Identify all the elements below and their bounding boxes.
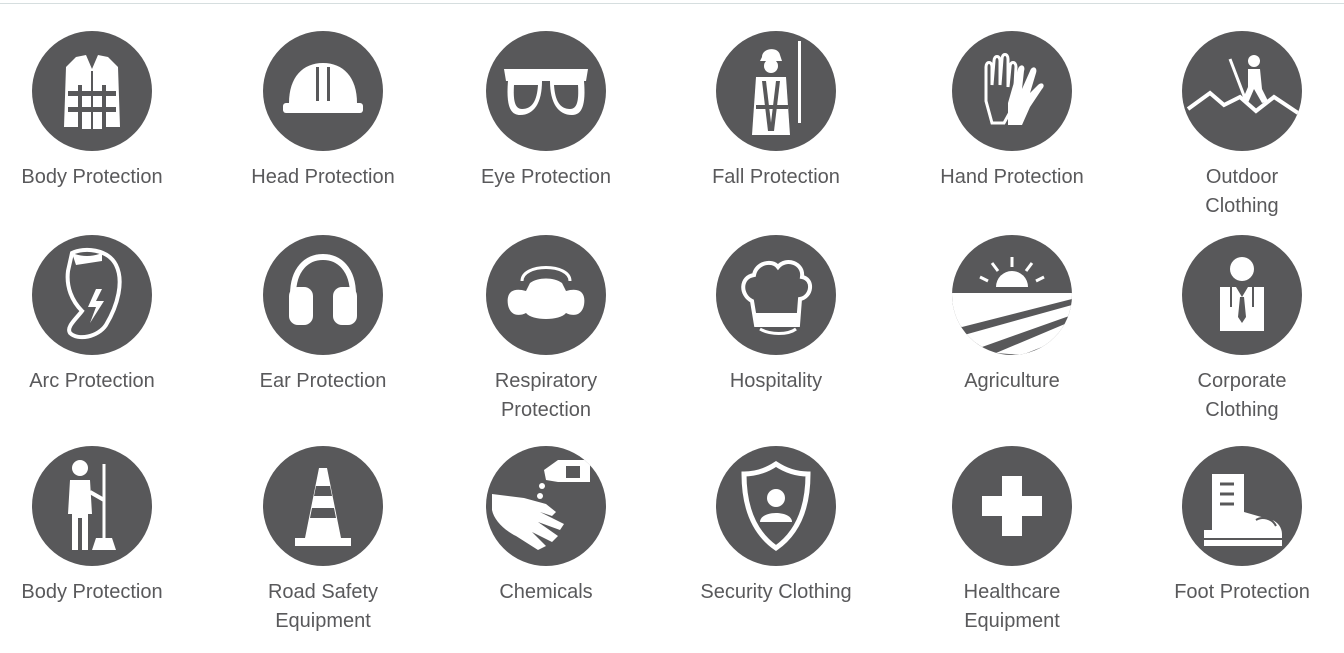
sun-field-icon xyxy=(952,257,1072,355)
category-label: Road Safety Equipment xyxy=(267,581,379,632)
category-label: Fall Protection xyxy=(712,166,840,188)
category-icon-circle xyxy=(32,31,152,151)
category-label: Agriculture xyxy=(964,370,1060,392)
medical-cross-icon xyxy=(982,476,1042,536)
hiker-icon xyxy=(1186,55,1300,115)
category-label: Respiratory Protection xyxy=(494,370,598,421)
category-icon-circle xyxy=(486,446,606,566)
category-tile-fall-protection[interactable]: Fall Protection xyxy=(671,31,881,231)
category-tile-body-protection-cleaning[interactable]: Body Protection xyxy=(0,446,197,646)
category-icon-circle xyxy=(952,446,1072,566)
goggles-icon xyxy=(504,69,588,115)
ear-muffs-icon xyxy=(289,253,357,325)
category-label: Security Clothing xyxy=(700,581,852,603)
category-label: Healthcare Equipment xyxy=(963,581,1061,632)
category-tile-outdoor-clothing[interactable]: Outdoor Clothing xyxy=(1137,31,1344,231)
category-icon-circle xyxy=(263,235,383,355)
arc-flash-suit-icon xyxy=(65,247,122,340)
category-label: Body Protection xyxy=(21,166,163,188)
category-icon-circle xyxy=(1182,235,1302,355)
category-icon-circle xyxy=(1182,446,1302,566)
category-label: Hand Protection xyxy=(940,166,1084,188)
category-label: Corporate Clothing xyxy=(1197,370,1287,421)
category-tile-hospitality[interactable]: Hospitality xyxy=(671,235,881,435)
suit-tie-icon xyxy=(1220,257,1264,331)
category-tile-eye-protection[interactable]: Eye Protection xyxy=(441,31,651,231)
chemical-hand-icon xyxy=(492,460,590,550)
traffic-cone-icon xyxy=(295,468,351,546)
category-icon-circle xyxy=(486,235,606,355)
category-icon-circle xyxy=(952,31,1072,151)
category-tile-body-protection[interactable]: Body Protection xyxy=(0,31,197,231)
category-icon-circle xyxy=(263,31,383,151)
respirator-mask-icon xyxy=(507,266,585,319)
category-icon-circle xyxy=(486,31,606,151)
cleaner-with-mop-icon xyxy=(68,460,116,550)
category-grid: Body Protection Head Protection Eye Prot… xyxy=(0,0,1344,653)
category-tile-healthcare-equipment[interactable]: Healthcare Equipment xyxy=(907,446,1117,646)
chef-hat-icon xyxy=(741,260,812,335)
category-label: Outdoor Clothing xyxy=(1205,166,1279,217)
category-label: Foot Protection xyxy=(1174,581,1310,603)
category-tile-chemicals[interactable]: Chemicals xyxy=(441,446,651,646)
category-label: Ear Protection xyxy=(259,370,387,392)
category-tile-foot-protection[interactable]: Foot Protection xyxy=(1137,446,1344,646)
category-tile-hand-protection[interactable]: Hand Protection xyxy=(907,31,1117,231)
category-tile-head-protection[interactable]: Head Protection xyxy=(218,31,428,231)
category-tile-security-clothing[interactable]: Security Clothing xyxy=(671,446,881,646)
category-label: Head Protection xyxy=(251,166,395,188)
category-tile-agriculture[interactable]: Agriculture xyxy=(907,235,1117,435)
category-icon-circle xyxy=(716,235,836,355)
category-icon-circle xyxy=(263,446,383,566)
category-tile-road-safety-equipment[interactable]: Road Safety Equipment xyxy=(218,446,428,646)
harness-worker-icon xyxy=(752,41,801,135)
category-tile-respiratory-protection[interactable]: Respiratory Protection xyxy=(441,235,651,435)
vest-icon xyxy=(64,55,120,129)
category-label: Chemicals xyxy=(499,581,593,603)
safety-boot-icon xyxy=(1204,474,1282,546)
security-shield-icon xyxy=(741,460,811,552)
category-label: Body Protection xyxy=(21,581,163,603)
category-icon-circle xyxy=(32,446,152,566)
category-tile-corporate-clothing[interactable]: Corporate Clothing xyxy=(1137,235,1344,435)
category-label: Eye Protection xyxy=(480,166,612,188)
category-icon-circle xyxy=(32,235,152,355)
category-label: Hospitality xyxy=(729,370,823,392)
category-icon-circle xyxy=(1182,31,1302,151)
category-icon-circle xyxy=(952,235,1072,355)
hard-hat-icon xyxy=(283,63,363,113)
category-icon-circle xyxy=(716,31,836,151)
category-tile-arc-protection[interactable]: Arc Protection xyxy=(0,235,197,435)
category-tile-ear-protection[interactable]: Ear Protection xyxy=(218,235,428,435)
gloves-icon xyxy=(984,53,1044,125)
category-label: Arc Protection xyxy=(29,370,155,392)
category-icon-circle xyxy=(716,446,836,566)
